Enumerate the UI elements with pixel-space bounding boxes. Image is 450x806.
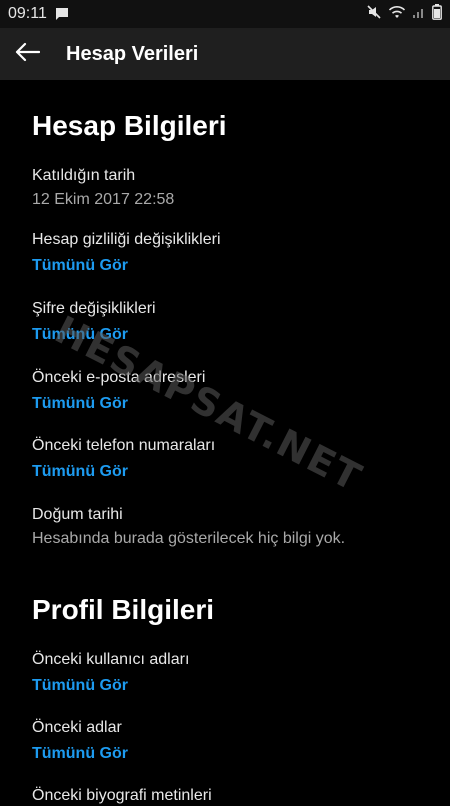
mute-icon (366, 4, 382, 25)
item-label: Şifre değişiklikleri (32, 300, 156, 317)
item-privacy-changes: Hesap gizliliği değişiklikleri Tümünü Gö… (32, 230, 221, 276)
battery-icon (432, 3, 442, 25)
back-button[interactable] (0, 28, 54, 80)
section-title-hesap-bilgileri: Hesap Bilgileri (32, 110, 227, 141)
section-title-profil-bilgileri: Profil Bilgileri (32, 594, 215, 625)
item-label: Önceki adlar (32, 719, 122, 736)
item-label: Doğum tarihi (32, 506, 123, 523)
wifi-icon (388, 5, 406, 24)
item-birth-date: Doğum tarihi Hesabında burada gösterilec… (32, 505, 345, 549)
account-data-content[interactable]: Hesap Bilgileri Katıldığın tarih 12 Ekim… (0, 80, 450, 804)
item-previous-usernames: Önceki kullanıcı adları Tümünü Gör (32, 650, 189, 696)
item-label: Önceki biyografi metinleri (32, 787, 212, 804)
item-label: Önceki e-posta adresleri (32, 369, 206, 386)
item-value: 12 Ekim 2017 22:58 (32, 191, 175, 208)
status-time: 09:11 (8, 5, 47, 22)
item-previous-names: Önceki adlar Tümünü Gör (32, 718, 128, 764)
item-label: Hesap gizliliği değişiklikleri (32, 231, 221, 248)
item-label: Önceki telefon numaraları (32, 437, 216, 454)
back-arrow-icon (14, 42, 41, 67)
status-bar: 09:11 (0, 0, 450, 28)
app-bar: Hesap Verileri (0, 28, 450, 80)
item-label: Katıldığın tarih (32, 167, 136, 184)
item-label: Önceki kullanıcı adları (32, 651, 190, 668)
see-all-link[interactable]: Tümünü Gör (32, 394, 205, 414)
item-join-date: Katıldığın tarih 12 Ekim 2017 22:58 (32, 166, 174, 210)
item-previous-phones: Önceki telefon numaraları Tümünü Gör (32, 436, 215, 482)
see-all-link[interactable]: Tümünü Gör (32, 325, 156, 345)
see-all-link[interactable]: Tümünü Gör (32, 744, 128, 764)
item-previous-bios: Önceki biyografi metinleri (32, 786, 212, 806)
message-notification-icon (55, 7, 69, 21)
see-all-link[interactable]: Tümünü Gör (32, 256, 221, 276)
see-all-link[interactable]: Tümünü Gör (32, 462, 215, 482)
signal-icon (412, 5, 426, 24)
item-previous-emails: Önceki e-posta adresleri Tümünü Gör (32, 368, 205, 414)
item-value: Hesabında burada gösterilecek hiç bilgi … (32, 530, 346, 547)
status-icons (366, 3, 442, 25)
item-password-changes: Şifre değişiklikleri Tümünü Gör (32, 299, 156, 345)
see-all-link[interactable]: Tümünü Gör (32, 676, 189, 696)
page-title: Hesap Verileri (66, 42, 199, 65)
